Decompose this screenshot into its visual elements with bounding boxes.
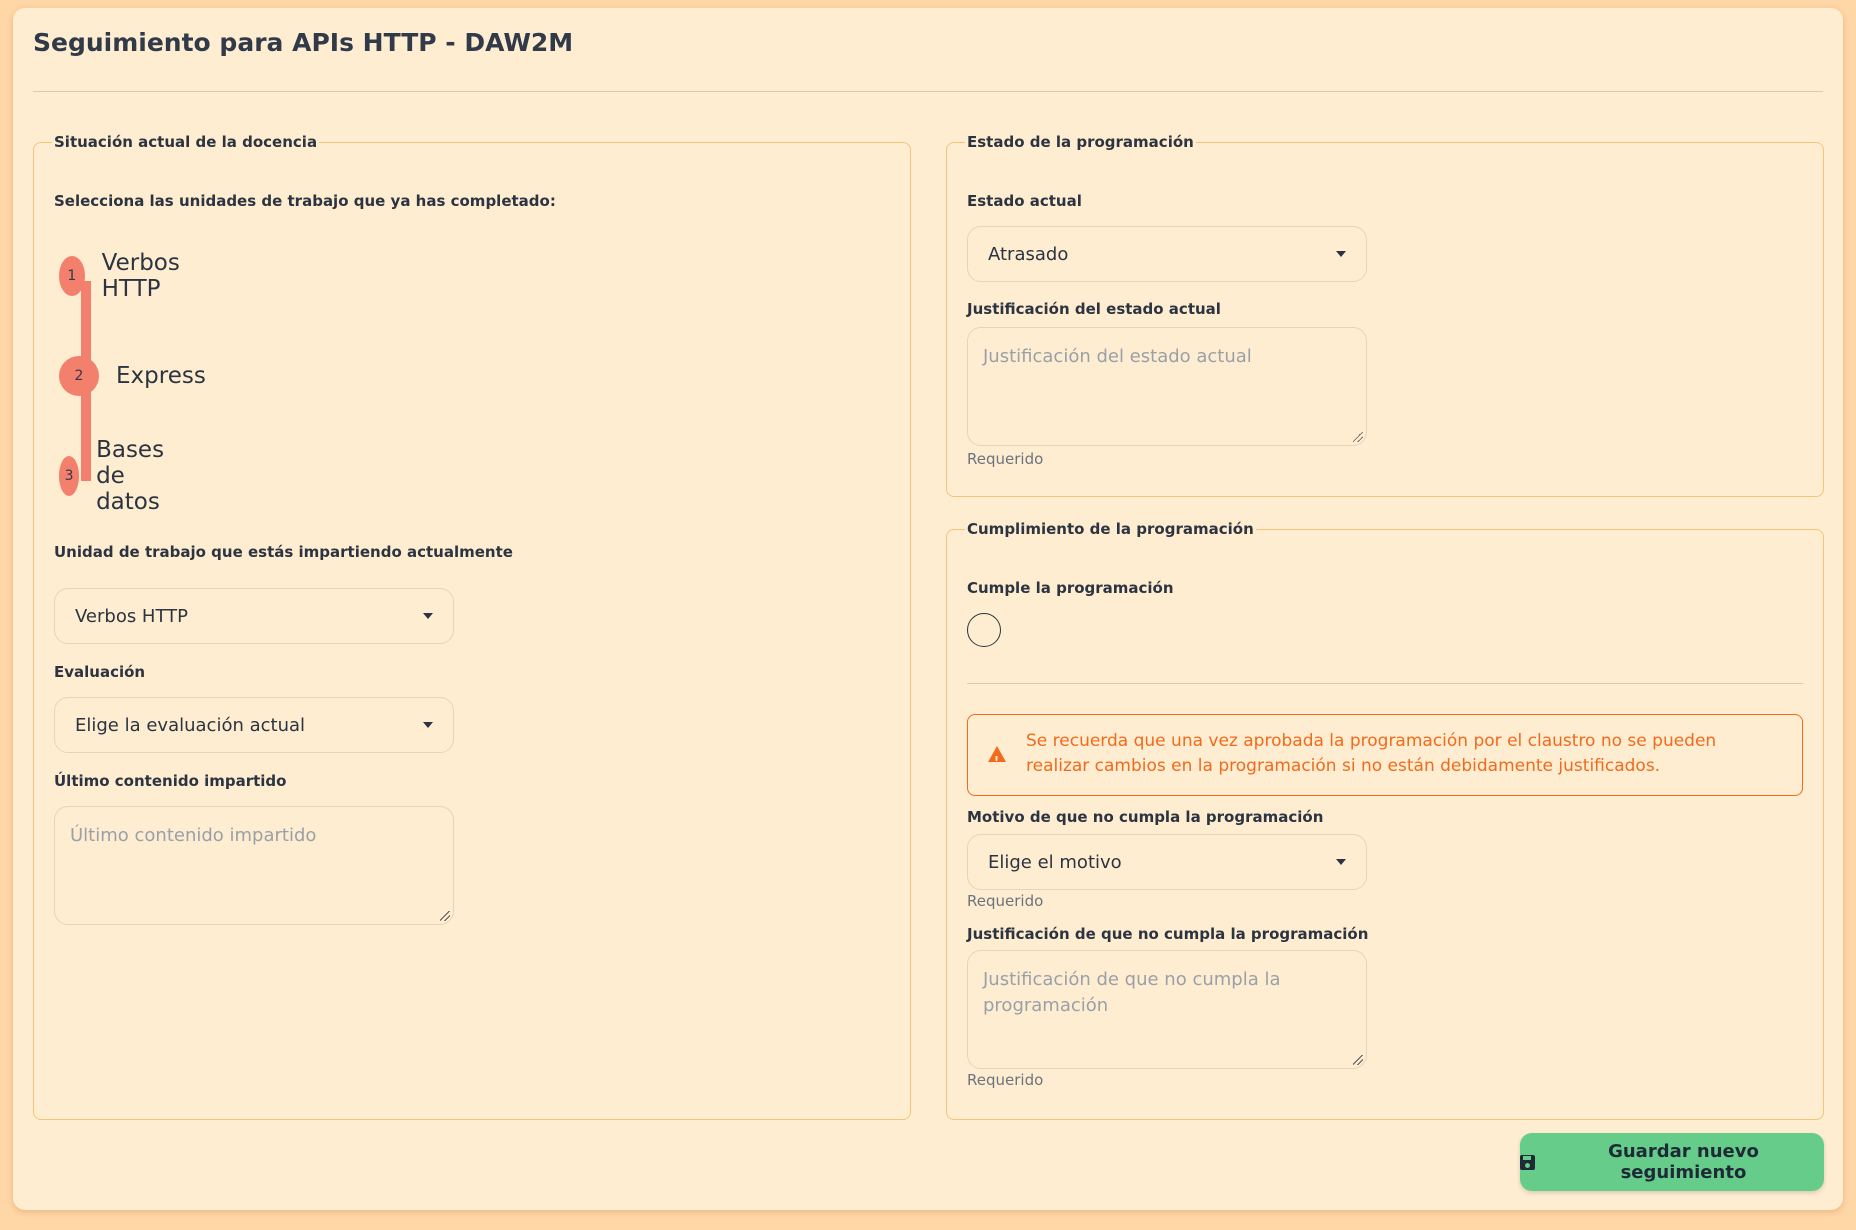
reason-required-hint: Requerido: [967, 892, 1044, 910]
floppy-disk-icon: [1520, 1154, 1535, 1170]
program-compliance-legend: Cumplimiento de la programación: [967, 520, 1254, 538]
step-label: Express: [116, 363, 206, 389]
evaluation-value: Elige la evaluación actual: [75, 714, 306, 736]
last-content-textarea[interactable]: Último contenido impartido: [54, 806, 454, 925]
caret-down-icon: [423, 613, 433, 619]
evaluation-select[interactable]: Elige la evaluación actual: [54, 697, 454, 753]
step-item[interactable]: 3 Bases de datos: [59, 437, 184, 515]
current-status-value: Atrasado: [988, 243, 1069, 265]
status-justification-label: Justificación del estado actual: [967, 300, 1221, 318]
warning-triangle-icon: [988, 746, 1006, 773]
step-number: 2: [59, 356, 99, 396]
main-card: Seguimiento para APIs HTTP - DAW2M Situa…: [13, 8, 1843, 1210]
complies-label: Cumple la programación: [967, 579, 1174, 597]
current-unit-value: Verbos HTTP: [75, 605, 188, 627]
program-status-legend: Estado de la programación: [967, 133, 1194, 151]
caret-down-icon: [1336, 859, 1346, 865]
noncompliance-justification-textarea[interactable]: Justificación de que no cumpla la progra…: [967, 950, 1367, 1069]
required-hint: Requerido: [967, 450, 1044, 468]
last-content-label: Último contenido impartido: [54, 772, 287, 790]
noncompliance-justification-label: Justificación de que no cumpla la progra…: [967, 925, 1369, 943]
reason-value: Elige el motivo: [988, 851, 1122, 873]
page-title: Seguimiento para APIs HTTP - DAW2M: [33, 28, 574, 57]
resize-handle-icon[interactable]: [440, 911, 450, 921]
justification-required-hint: Requerido: [967, 1071, 1044, 1089]
last-content-placeholder: Último contenido impartido: [70, 825, 317, 846]
step-item[interactable]: 2 Express: [59, 356, 206, 396]
status-justification-textarea[interactable]: Justificación del estado actual: [967, 327, 1367, 446]
status-justification-placeholder: Justificación del estado actual: [983, 346, 1252, 367]
current-status-select[interactable]: Atrasado: [967, 226, 1367, 282]
resize-handle-icon[interactable]: [1353, 1055, 1363, 1065]
caret-down-icon: [1336, 251, 1346, 257]
compliance-divider: [967, 683, 1803, 684]
current-unit-select[interactable]: Verbos HTTP: [54, 588, 454, 644]
step-label: Bases de datos: [96, 437, 165, 515]
warning-alert: Se recuerda que una vez aprobada la prog…: [967, 714, 1803, 796]
evaluation-label: Evaluación: [54, 663, 146, 681]
current-status-label: Estado actual: [967, 192, 1082, 210]
caret-down-icon: [423, 722, 433, 728]
current-unit-label: Unidad de trabajo que estás impartiendo …: [54, 543, 513, 561]
title-divider: [33, 91, 1823, 92]
reason-select[interactable]: Elige el motivo: [967, 834, 1367, 890]
step-number: 3: [59, 456, 80, 496]
step-label: Verbos HTTP: [101, 250, 180, 302]
reason-label: Motivo de que no cumpla la programación: [967, 808, 1324, 826]
save-button-label: Guardar nuevo seguimiento: [1608, 1141, 1759, 1183]
teaching-status-legend: Situación actual de la docencia: [54, 133, 318, 151]
units-prompt: Selecciona las unidades de trabajo que y…: [54, 192, 556, 210]
alert-text: Se recuerda que una vez aprobada la prog…: [1026, 731, 1717, 776]
save-tracking-button[interactable]: Guardar nuevo seguimiento: [1520, 1133, 1824, 1191]
step-item[interactable]: 1 Verbos HTTP: [59, 250, 194, 302]
resize-handle-icon[interactable]: [1353, 432, 1363, 442]
noncompliance-justification-placeholder: Justificación de que no cumpla la progra…: [983, 969, 1281, 1016]
step-number: 1: [59, 256, 85, 296]
complies-radio[interactable]: [967, 613, 1001, 647]
